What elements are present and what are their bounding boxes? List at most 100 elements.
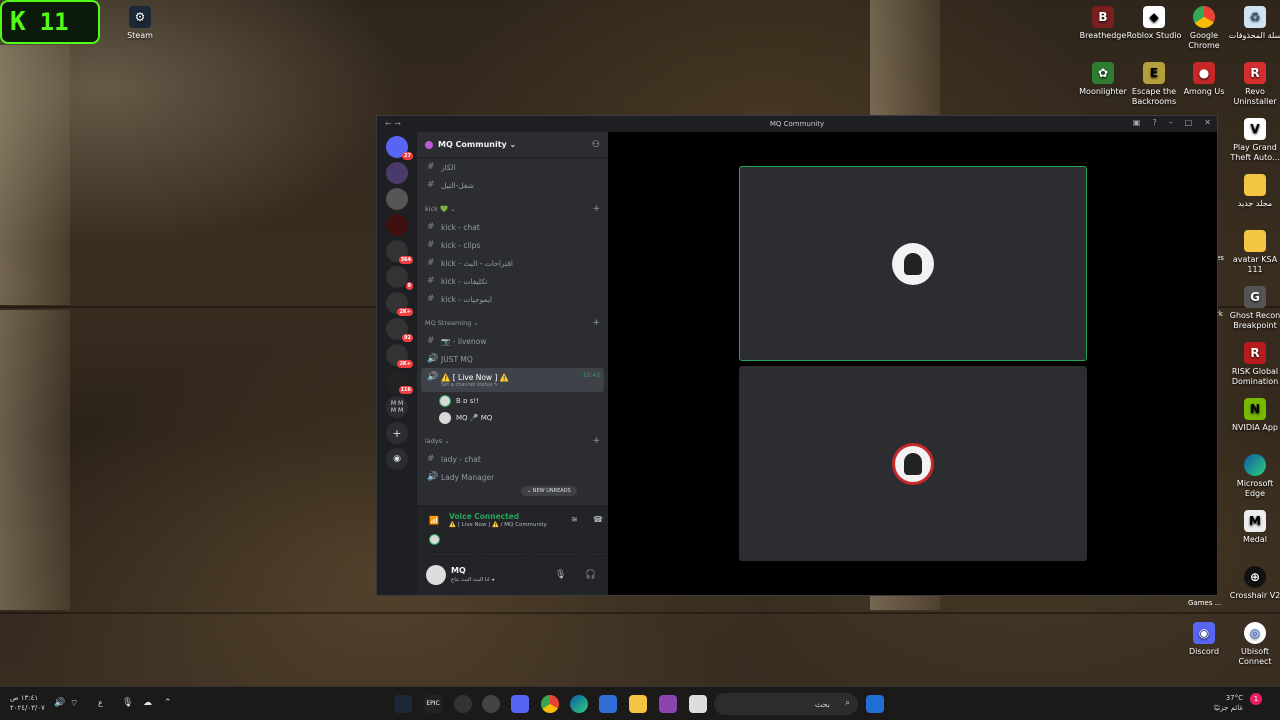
maximize-button[interactable]: □ (1185, 118, 1193, 127)
app-icon[interactable] (482, 695, 500, 713)
chevron-up-icon[interactable]: ⌃ (164, 698, 172, 708)
hash-icon: # (427, 180, 435, 190)
close-button[interactable]: ✕ (1204, 118, 1211, 127)
channel-item[interactable]: # الكار (417, 158, 608, 176)
desktop-icon-discord[interactable]: ◉ Discord (1176, 622, 1232, 657)
desktop-icon-among-us[interactable]: ● Among Us (1176, 62, 1232, 97)
participant-tile-speaking[interactable] (739, 166, 1087, 361)
guild-header[interactable]: MQ Community ⌄ ⚇ (417, 132, 608, 158)
add-channel-icon[interactable]: + (592, 436, 600, 446)
mic-icon[interactable]: 🎙 (122, 698, 133, 708)
windows-start-icon[interactable] (866, 695, 884, 713)
participant-tile[interactable] (739, 366, 1087, 561)
edge-taskbar-icon[interactable] (570, 695, 588, 713)
channel-item[interactable]: # شغل-النيل (417, 176, 608, 194)
chrome-taskbar-icon[interactable] (541, 695, 559, 713)
steam-taskbar-icon[interactable] (394, 695, 412, 713)
voice-connected-label[interactable]: Voice Connected (449, 512, 519, 521)
desktop-icon-steam[interactable]: ⚙ Steam (112, 6, 168, 41)
desktop-icon-crosshair[interactable]: ⊕ Crosshair V2 (1227, 566, 1280, 601)
desktop-icon-escape-backrooms[interactable]: E Escape the Backrooms (1126, 62, 1182, 107)
app-icon[interactable] (689, 695, 707, 713)
server-folder[interactable]: 2K+ (386, 344, 413, 368)
desktop-icon-medal[interactable]: M Medal (1227, 510, 1280, 545)
channel-item[interactable]: # kick - chat (417, 218, 608, 236)
epic-games-icon[interactable]: EPIC (424, 695, 442, 713)
headphones-icon[interactable]: 🎧 (585, 570, 596, 580)
discord-taskbar-icon[interactable] (511, 695, 529, 713)
clock[interactable]: ١٣:٤١ ص ٢٠٢٤/٠٣/٠٧ (10, 693, 45, 713)
channel-item[interactable]: # kick - ايموجيات (417, 290, 608, 308)
desktop-icon-recycle-bin[interactable]: ♻ سلة المحذوفات (1227, 6, 1280, 41)
desktop-icon-nvidia[interactable]: N NVIDIA App (1227, 398, 1280, 433)
voice-channel-item[interactable]: 🔊 JUST MQ (417, 350, 608, 368)
desktop-icon-new-folder[interactable]: مجلد جديد (1227, 174, 1280, 209)
language-indicator[interactable]: ع (98, 698, 103, 707)
app-icon[interactable] (659, 695, 677, 713)
category-mq-streaming[interactable]: MQ Streaming ⌄ + (417, 314, 608, 332)
channel-item[interactable]: # kick - تكليفات (417, 272, 608, 290)
category-kick[interactable]: kick 💚 ⌄ + (417, 200, 608, 218)
channel-item[interactable]: # kick - clips (417, 236, 608, 254)
weather-widget[interactable]: 37°C غائم جزئيًا (1214, 693, 1243, 713)
voice-channel-path[interactable]: ⚠️ [ Live Now ] ⚠️ / MQ Community (449, 522, 547, 528)
category-ladys[interactable]: ladys ⌄ + (417, 432, 608, 450)
server-folder[interactable]: 92 (386, 318, 413, 342)
server-folder[interactable]: 2K+ (386, 292, 413, 316)
voice-user[interactable]: B ɒ s!! (417, 392, 608, 409)
server-folder[interactable]: 364 (386, 240, 413, 264)
desktop-icon-gta[interactable]: V Play Grand Theft Auto... (1227, 118, 1280, 163)
desktop-icon-google-chrome[interactable]: Google Chrome (1176, 6, 1232, 51)
discover-icon[interactable]: ◉ (386, 448, 408, 470)
add-member-icon[interactable]: ⚇ (592, 140, 600, 150)
direct-messages-button[interactable]: 27 (386, 136, 413, 160)
edge-icon (1244, 454, 1266, 476)
desktop-icon-avatar-ksa[interactable]: avatar KSA 111 (1227, 230, 1280, 275)
minimize-button[interactable]: – (1169, 118, 1173, 127)
desktop-icon-risk[interactable]: R RISK Global Domination (1227, 342, 1280, 387)
badge: 92 (402, 334, 413, 342)
voice-channel-live-now[interactable]: 🔊 ⚠️ [ Live Now ] ⚠️ Set a channel status… (421, 368, 604, 392)
desktop-icon-ubisoft[interactable]: ◎ Ubisoft Connect (1227, 622, 1280, 667)
hash-icon: # (427, 162, 435, 172)
channel-item[interactable]: # kick - اقتراحات - البث (417, 254, 608, 272)
tray-app-icon[interactable]: ☁ (143, 698, 152, 708)
desktop-icon-revo-uninstaller[interactable]: R Revo Uninstaller (1227, 62, 1280, 107)
server-icon[interactable] (386, 162, 408, 184)
desktop-icon-ghost-recon[interactable]: G Ghost Recon Breakpoint (1227, 286, 1280, 331)
disconnect-icon[interactable]: ☎ (593, 515, 603, 524)
server-folder[interactable]: 9 (386, 266, 413, 290)
add-channel-icon[interactable]: + (592, 318, 600, 328)
desktop-icon-moonlighter[interactable]: ✿ Moonlighter (1075, 62, 1131, 97)
noise-suppression-icon[interactable]: ≋ (571, 515, 578, 524)
desktop-icon-edge[interactable]: Microsoft Edge (1227, 454, 1280, 499)
server-icon[interactable] (386, 214, 408, 236)
user-avatar[interactable] (426, 565, 446, 585)
server-folder-mq[interactable]: M M M M (386, 396, 408, 418)
server-icon[interactable] (386, 188, 408, 210)
desktop-icon-roblox-studio[interactable]: ◆ Roblox Studio (1126, 6, 1182, 41)
new-unreads-pill[interactable]: ⌄ NEW UNREADS (521, 486, 577, 496)
channel-item[interactable]: # lady - chat (417, 450, 608, 468)
volume-icon[interactable]: 🔊 (54, 698, 65, 708)
signal-icon[interactable]: 📶 (429, 516, 439, 525)
nav-arrows[interactable]: ← → (385, 119, 401, 128)
voice-channel-item[interactable]: 🔊 Lady Manager (417, 468, 608, 486)
store-icon[interactable] (599, 695, 617, 713)
user-name[interactable]: MQ (451, 566, 466, 575)
taskbar-search[interactable]: بحث ⌕ (714, 693, 858, 715)
server-folder[interactable]: 116 (386, 370, 413, 394)
channel-item[interactable]: # 📷 - livenow (417, 332, 608, 350)
obs-icon[interactable] (454, 695, 472, 713)
notification-badge[interactable]: 1 (1250, 693, 1262, 705)
file-explorer-icon[interactable] (629, 695, 647, 713)
microphone-icon[interactable]: 🎙 (555, 570, 566, 580)
channel-status[interactable]: Set a channel status ✎ (427, 382, 498, 388)
add-server-icon[interactable]: + (386, 422, 408, 444)
desktop-icon-breathedge[interactable]: B Breathedge (1075, 6, 1131, 41)
add-channel-icon[interactable]: + (592, 204, 600, 214)
inbox-icon[interactable]: ▣ (1133, 118, 1141, 127)
help-icon[interactable]: ? (1152, 118, 1156, 127)
wifi-icon[interactable]: ⌔ (70, 698, 78, 709)
voice-user[interactable]: MQ 🎤 MQ (417, 409, 608, 426)
